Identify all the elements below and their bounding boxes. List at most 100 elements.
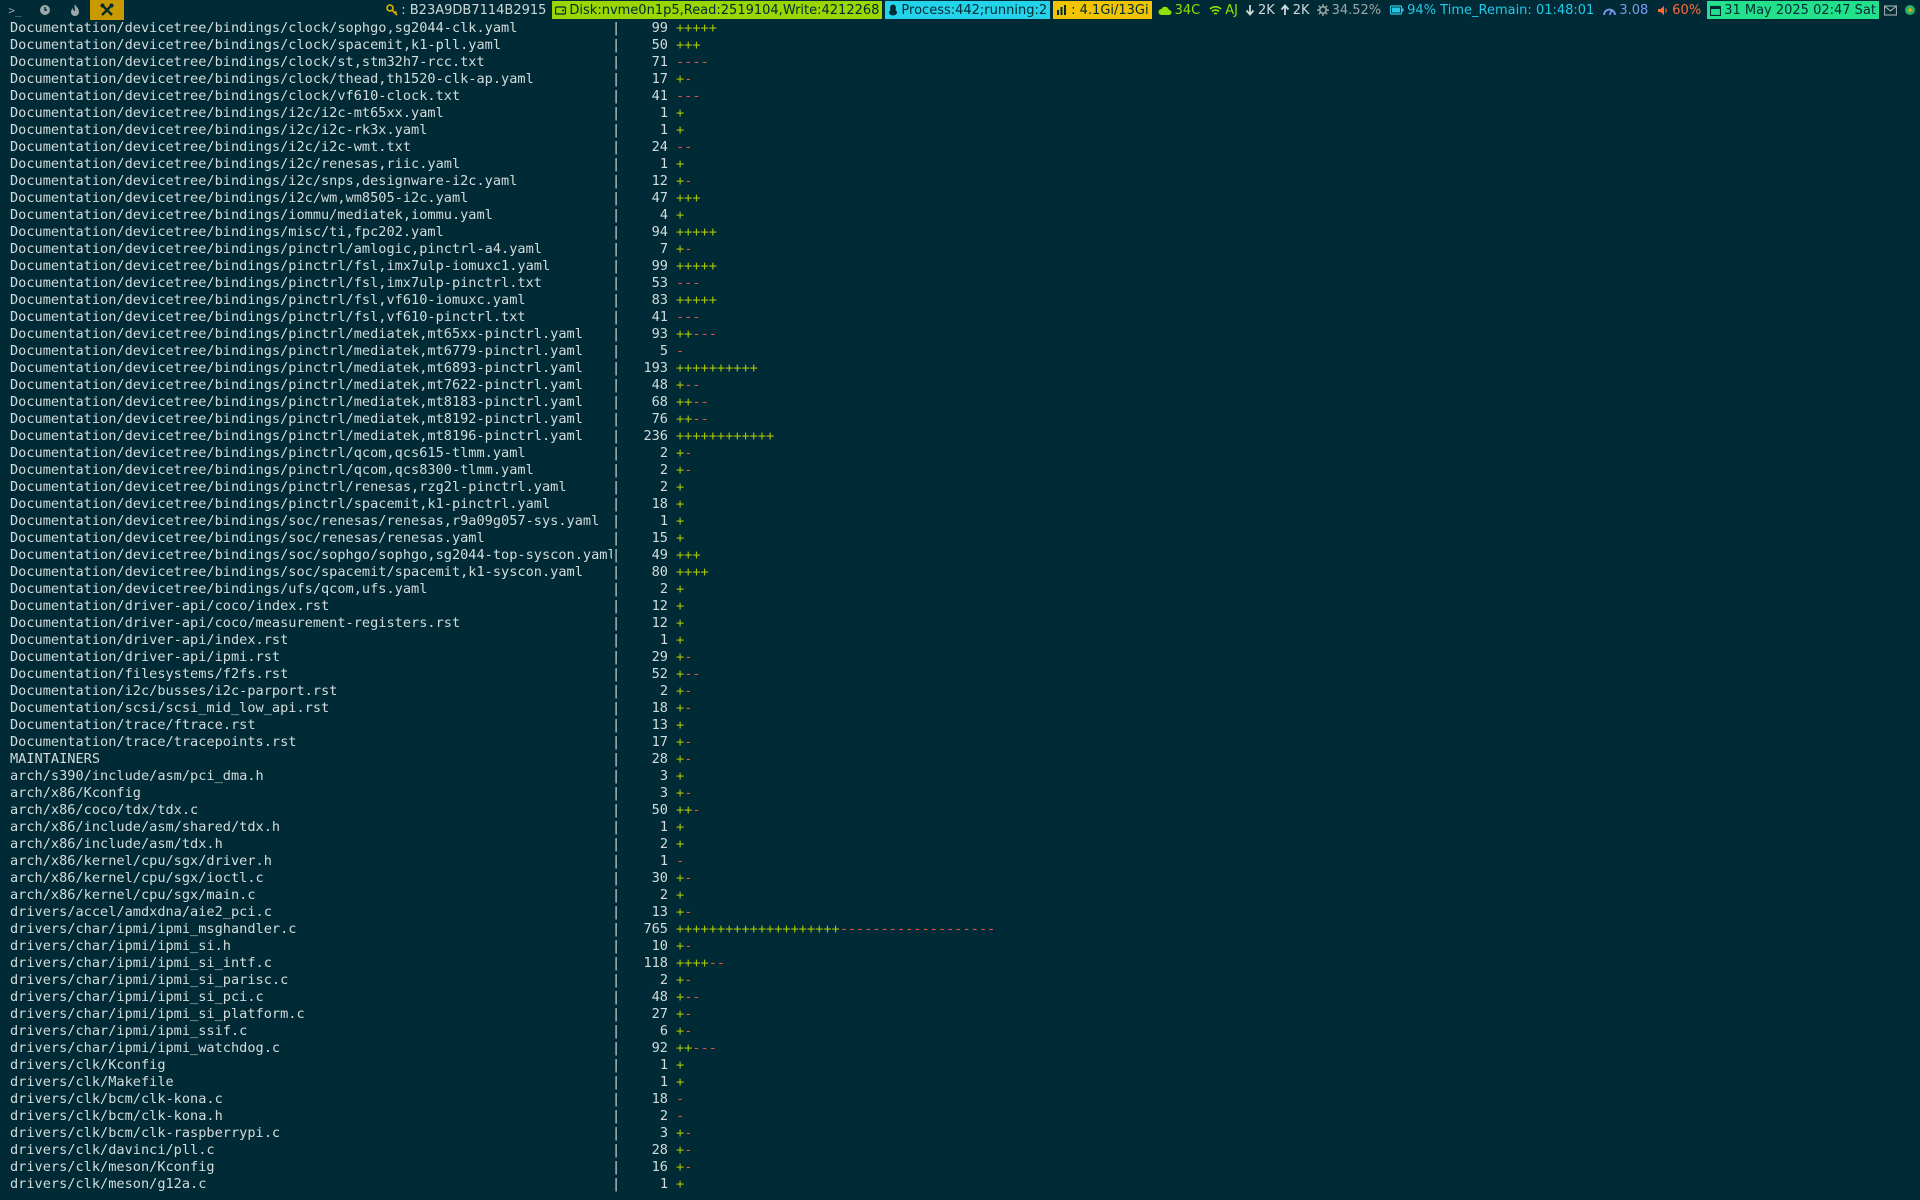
file-path: Documentation/driver-api/coco/index.rst	[10, 598, 330, 614]
insertions-graph: +	[676, 972, 685, 988]
change-count: 2	[659, 887, 668, 903]
date-indicator[interactable]: 31 May 2025 02:47 Sat	[1707, 1, 1879, 19]
file-path: drivers/clk/Kconfig	[10, 1057, 166, 1073]
insertions-graph: ++++	[676, 955, 709, 971]
change-count: 1	[659, 853, 668, 869]
diffstat-row: Documentation/devicetree/bindings/clock/…	[10, 20, 1910, 37]
file-path: Documentation/devicetree/bindings/pinctr…	[10, 292, 526, 308]
terminal-output[interactable]: Documentation/devicetree/bindings/clock/…	[10, 20, 1910, 1193]
column-separator: |	[612, 445, 621, 461]
speedometer-icon	[1603, 5, 1617, 16]
insertions-graph: +	[676, 105, 685, 121]
column-separator: |	[612, 411, 621, 427]
workspace-clock[interactable]	[30, 0, 60, 20]
deletions-graph: -	[684, 462, 693, 478]
diffstat-row: Documentation/trace/ftrace.rst | 13 +	[10, 717, 1910, 734]
flame-icon	[71, 4, 79, 16]
tray-app[interactable]	[1902, 1, 1918, 19]
diffstat-row: drivers/clk/bcm/clk-kona.h | 2-	[10, 1108, 1910, 1125]
diffstat-row: drivers/clk/meson/Kconfig | 16 + -	[10, 1159, 1910, 1176]
column-separator: |	[612, 462, 621, 478]
insertions-graph: +++++	[676, 258, 717, 274]
diffstat-row: Documentation/devicetree/bindings/pinctr…	[10, 292, 1910, 309]
change-count: 2	[659, 1108, 668, 1124]
diffstat-row: Documentation/devicetree/bindings/clock/…	[10, 88, 1910, 105]
change-count: 92	[651, 1040, 668, 1056]
file-path: Documentation/devicetree/bindings/pinctr…	[10, 377, 583, 393]
workspace-tools[interactable]	[90, 0, 124, 20]
deletions-graph: ---	[676, 275, 701, 291]
diffstat-row: drivers/clk/meson/g12a.c | 1 +	[10, 1176, 1910, 1193]
file-path: Documentation/devicetree/bindings/clock/…	[10, 88, 461, 104]
column-separator: |	[612, 734, 621, 750]
deletions-graph: -	[676, 1091, 685, 1107]
file-path: Documentation/devicetree/bindings/pinctr…	[10, 394, 583, 410]
process-text: Process:442;running:2	[901, 2, 1048, 18]
insertions-graph: +	[676, 496, 685, 512]
column-separator: |	[612, 88, 621, 104]
file-path: MAINTAINERS	[10, 751, 101, 767]
deletions-graph: -	[684, 904, 693, 920]
insertions-graph: +	[676, 785, 685, 801]
deletions-graph: -	[692, 802, 701, 818]
workspace-flame[interactable]	[60, 0, 90, 20]
change-count: 16	[651, 1159, 668, 1175]
diffstat-row: Documentation/devicetree/bindings/soc/re…	[10, 530, 1910, 547]
change-count: 71	[651, 54, 668, 70]
insertions-graph: +	[676, 156, 685, 172]
column-separator: |	[612, 1091, 621, 1107]
change-count: 50	[651, 37, 668, 53]
file-path: drivers/char/ipmi/ipmi_si.h	[10, 938, 231, 954]
diffstat-row: Documentation/devicetree/bindings/soc/so…	[10, 547, 1910, 564]
workspace-terminal[interactable]: >_	[0, 0, 30, 20]
file-path: drivers/char/ipmi/ipmi_watchdog.c	[10, 1040, 281, 1056]
file-path: arch/x86/kernel/cpu/sgx/ioctl.c	[10, 870, 264, 886]
diffstat-row: drivers/clk/bcm/clk-raspberrypi.c | 3 + -	[10, 1125, 1910, 1142]
column-separator: |	[612, 1040, 621, 1056]
diffstat-row: Documentation/driver-api/coco/measuremen…	[10, 615, 1910, 632]
column-separator: |	[612, 496, 621, 512]
column-separator: |	[612, 1159, 621, 1175]
deletions-graph: -	[684, 1006, 693, 1022]
file-path: Documentation/devicetree/bindings/misc/t…	[10, 224, 444, 240]
file-path: Documentation/devicetree/bindings/pinctr…	[10, 479, 567, 495]
insertions-graph: +	[676, 1023, 685, 1039]
change-count: 1	[659, 632, 668, 648]
battery-indicator: 94% Time_Remain: 01:48:01	[1387, 1, 1597, 19]
diffstat-row: Documentation/devicetree/bindings/pinctr…	[10, 326, 1910, 343]
column-separator: |	[612, 564, 621, 580]
insertions-graph: +	[676, 530, 685, 546]
insertions-graph: +	[676, 870, 685, 886]
volume-indicator[interactable]: 60%	[1654, 1, 1704, 19]
column-separator: |	[612, 1176, 621, 1192]
change-count: 12	[651, 598, 668, 614]
insertions-graph: +	[676, 241, 685, 257]
insertions-graph: +	[676, 1006, 685, 1022]
change-count: 93	[651, 326, 668, 342]
diffstat-row: Documentation/devicetree/bindings/soc/re…	[10, 513, 1910, 530]
insertions-graph: +++	[676, 37, 701, 53]
load-text: 3.08	[1619, 2, 1649, 18]
temperature-indicator: 34C	[1155, 1, 1204, 19]
diffstat-row: Documentation/devicetree/bindings/pinctr…	[10, 411, 1910, 428]
column-separator: |	[612, 71, 621, 87]
column-separator: |	[612, 989, 621, 1005]
diffstat-row: arch/x86/kernel/cpu/sgx/driver.h | 1-	[10, 853, 1910, 870]
insertions-graph: +	[676, 1125, 685, 1141]
diffstat-row: Documentation/devicetree/bindings/soc/sp…	[10, 564, 1910, 581]
column-separator: |	[612, 20, 621, 36]
diffstat-row: Documentation/driver-api/coco/index.rst |…	[10, 598, 1910, 615]
diffstat-row: drivers/char/ipmi/ipmi_si_pci.c | 48 + --	[10, 989, 1910, 1006]
wifi-icon	[1209, 5, 1222, 16]
change-count: 53	[651, 275, 668, 291]
change-count: 30	[651, 870, 668, 886]
file-path: drivers/clk/davinci/pll.c	[10, 1142, 215, 1158]
insertions-graph: +	[676, 734, 685, 750]
diffstat-row: Documentation/devicetree/bindings/pinctr…	[10, 258, 1910, 275]
tray-mail[interactable]	[1882, 1, 1899, 19]
insertions-graph: ++	[676, 1040, 693, 1056]
diffstat-row: drivers/char/ipmi/ipmi_si_platform.c | 27 +…	[10, 1006, 1910, 1023]
insertions-graph: +	[676, 1142, 685, 1158]
disk-indicator: Disk:nvme0n1p5,Read:2519104,Write:421226…	[552, 1, 883, 19]
deletions-graph: -	[684, 751, 693, 767]
